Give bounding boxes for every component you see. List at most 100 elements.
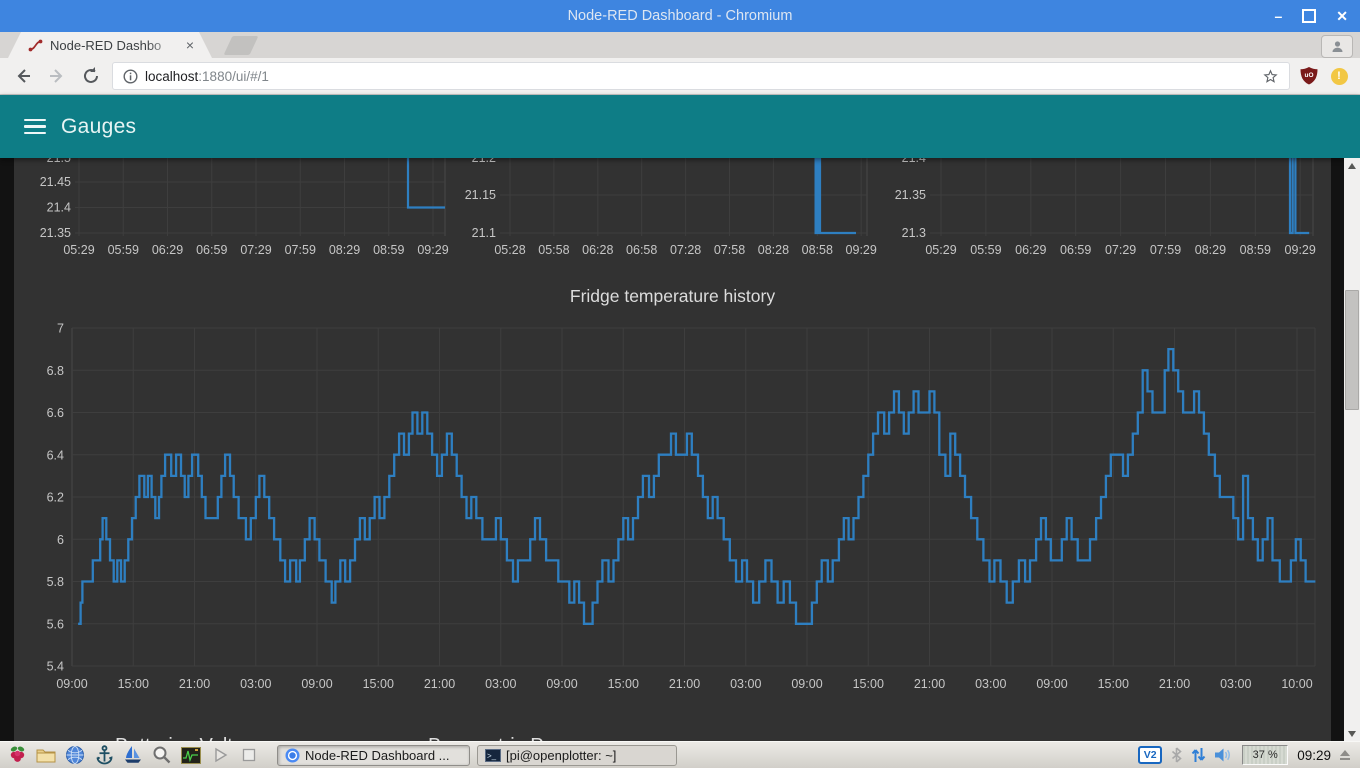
window-titlebar: Node-RED Dashboard - Chromium – ✕ xyxy=(0,0,1360,32)
system-tray: V2 37 % 09:29 xyxy=(1138,745,1354,765)
web-browser-globe-icon[interactable] xyxy=(64,744,86,766)
svg-text:09:00: 09:00 xyxy=(546,677,577,691)
svg-text:10:00: 10:00 xyxy=(1281,677,1312,691)
page-scrollbar[interactable] xyxy=(1344,158,1360,741)
page-info-icon[interactable] xyxy=(123,69,138,84)
person-icon xyxy=(1331,40,1344,53)
play-button-icon[interactable] xyxy=(209,744,231,766)
browser-tab[interactable]: Node-RED Dashbo × xyxy=(8,32,212,58)
taskbar-window-label: [pi@openplotter: ~] xyxy=(506,748,616,763)
signal-scope-icon[interactable] xyxy=(180,744,202,766)
forward-button[interactable] xyxy=(44,63,70,89)
network-arrows-icon[interactable] xyxy=(1191,747,1206,763)
svg-text:6.8: 6.8 xyxy=(47,364,64,378)
svg-text:21.35: 21.35 xyxy=(40,226,71,240)
fridge-chart-title: Fridge temperature history xyxy=(14,286,1331,307)
scroll-up-button[interactable] xyxy=(1344,158,1360,173)
svg-text:09:29: 09:29 xyxy=(846,243,877,257)
svg-text:15:00: 15:00 xyxy=(853,677,884,691)
svg-text:07:59: 07:59 xyxy=(285,243,316,257)
svg-text:21.4: 21.4 xyxy=(902,158,926,165)
fridge-temperature-chart: 09:00 15:00 21:00 03:00 09:00 15:00 21:00 03:00… xyxy=(14,320,1331,712)
svg-text:03:00: 03:00 xyxy=(975,677,1006,691)
taskbar-window-terminal[interactable]: >_ [pi@openplotter: ~] xyxy=(477,745,677,766)
chromium-icon xyxy=(285,748,300,763)
svg-text:6.6: 6.6 xyxy=(47,406,64,420)
svg-text:5.8: 5.8 xyxy=(47,575,64,589)
svg-text:09:29: 09:29 xyxy=(417,243,448,257)
address-bar[interactable]: localhost:1880/ui/#/1 xyxy=(112,62,1290,90)
taskbar-window-label: Node-RED Dashboard ... xyxy=(305,748,450,763)
dashboard-header: Gauges xyxy=(0,95,1360,158)
anchor-opencpn-icon[interactable] xyxy=(93,744,115,766)
maximize-button[interactable] xyxy=(1302,9,1316,23)
node-red-favicon-icon xyxy=(28,38,43,53)
svg-text:07:59: 07:59 xyxy=(1150,243,1181,257)
search-magnifier-icon[interactable] xyxy=(151,744,173,766)
taskbar: Node-RED Dashboard ... >_ [pi@openplotte… xyxy=(0,741,1360,768)
svg-text:09:29: 09:29 xyxy=(1285,243,1316,257)
svg-text:05:29: 05:29 xyxy=(925,243,956,257)
tab-close-icon[interactable]: × xyxy=(186,37,194,53)
taskbar-window-chromium[interactable]: Node-RED Dashboard ... xyxy=(277,745,470,766)
svg-text:05:59: 05:59 xyxy=(108,243,139,257)
svg-text:21.1: 21.1 xyxy=(472,226,496,240)
window-placeholder-icon[interactable] xyxy=(238,744,260,766)
svg-text:07:29: 07:29 xyxy=(240,243,271,257)
svg-text:09:00: 09:00 xyxy=(301,677,332,691)
svg-text:21:00: 21:00 xyxy=(179,677,210,691)
update-warning-icon[interactable]: ! xyxy=(1328,68,1350,85)
svg-text:15:00: 15:00 xyxy=(118,677,149,691)
svg-text:15:00: 15:00 xyxy=(1098,677,1129,691)
new-tab-button[interactable] xyxy=(224,36,259,55)
svg-text:08:58: 08:58 xyxy=(802,243,833,257)
svg-text:21.4: 21.4 xyxy=(47,201,71,215)
svg-text:6: 6 xyxy=(57,533,64,547)
svg-text:05:59: 05:59 xyxy=(970,243,1001,257)
svg-text:7: 7 xyxy=(57,322,64,336)
svg-text:21.5: 21.5 xyxy=(47,158,71,165)
svg-text:21.45: 21.45 xyxy=(40,175,71,189)
svg-text:05:28: 05:28 xyxy=(494,243,525,257)
profile-button[interactable] xyxy=(1321,35,1353,58)
svg-text:09:00: 09:00 xyxy=(791,677,822,691)
file-manager-icon[interactable] xyxy=(35,744,57,766)
sailboat-openplotter-icon[interactable] xyxy=(122,744,144,766)
reload-button[interactable] xyxy=(78,63,104,89)
bluetooth-icon[interactable] xyxy=(1171,747,1182,763)
cpu-monitor[interactable]: 37 % xyxy=(1242,745,1288,765)
svg-text:07:29: 07:29 xyxy=(1105,243,1136,257)
svg-text:21:00: 21:00 xyxy=(1159,677,1190,691)
svg-text:21:00: 21:00 xyxy=(669,677,700,691)
window-title: Node-RED Dashboard - Chromium xyxy=(0,8,1360,24)
scroll-down-button[interactable] xyxy=(1344,726,1360,741)
svg-text:07:28: 07:28 xyxy=(670,243,701,257)
raspberry-menu-icon[interactable] xyxy=(6,744,28,766)
ublock-extension-icon[interactable]: uO xyxy=(1298,66,1320,86)
svg-text:06:59: 06:59 xyxy=(196,243,227,257)
menu-button[interactable] xyxy=(18,113,52,141)
url-path: :1880/ui/#/1 xyxy=(198,69,269,84)
close-button[interactable]: ✕ xyxy=(1336,9,1348,23)
svg-text:07:58: 07:58 xyxy=(714,243,745,257)
volume-speaker-icon[interactable] xyxy=(1215,748,1233,762)
scrollbar-thumb[interactable] xyxy=(1345,290,1359,410)
bookmark-star-icon[interactable] xyxy=(1262,68,1279,85)
back-button[interactable] xyxy=(10,63,36,89)
svg-text:5.4: 5.4 xyxy=(47,660,64,674)
svg-text:5.6: 5.6 xyxy=(47,617,64,631)
vnc-icon[interactable]: V2 xyxy=(1138,746,1162,764)
svg-text:21.15: 21.15 xyxy=(465,188,496,202)
minimize-button[interactable]: – xyxy=(1274,9,1282,23)
svg-text:06:29: 06:29 xyxy=(1015,243,1046,257)
svg-text:06:29: 06:29 xyxy=(152,243,183,257)
svg-text:03:00: 03:00 xyxy=(1220,677,1251,691)
svg-text:05:58: 05:58 xyxy=(538,243,569,257)
svg-text:6.4: 6.4 xyxy=(47,448,64,462)
svg-text:06:58: 06:58 xyxy=(626,243,657,257)
svg-text:08:29: 08:29 xyxy=(1195,243,1226,257)
eject-icon[interactable] xyxy=(1340,750,1350,761)
ublock-label: uO xyxy=(1298,72,1320,79)
svg-text:08:59: 08:59 xyxy=(373,243,404,257)
window-controls: – ✕ xyxy=(1274,0,1348,32)
